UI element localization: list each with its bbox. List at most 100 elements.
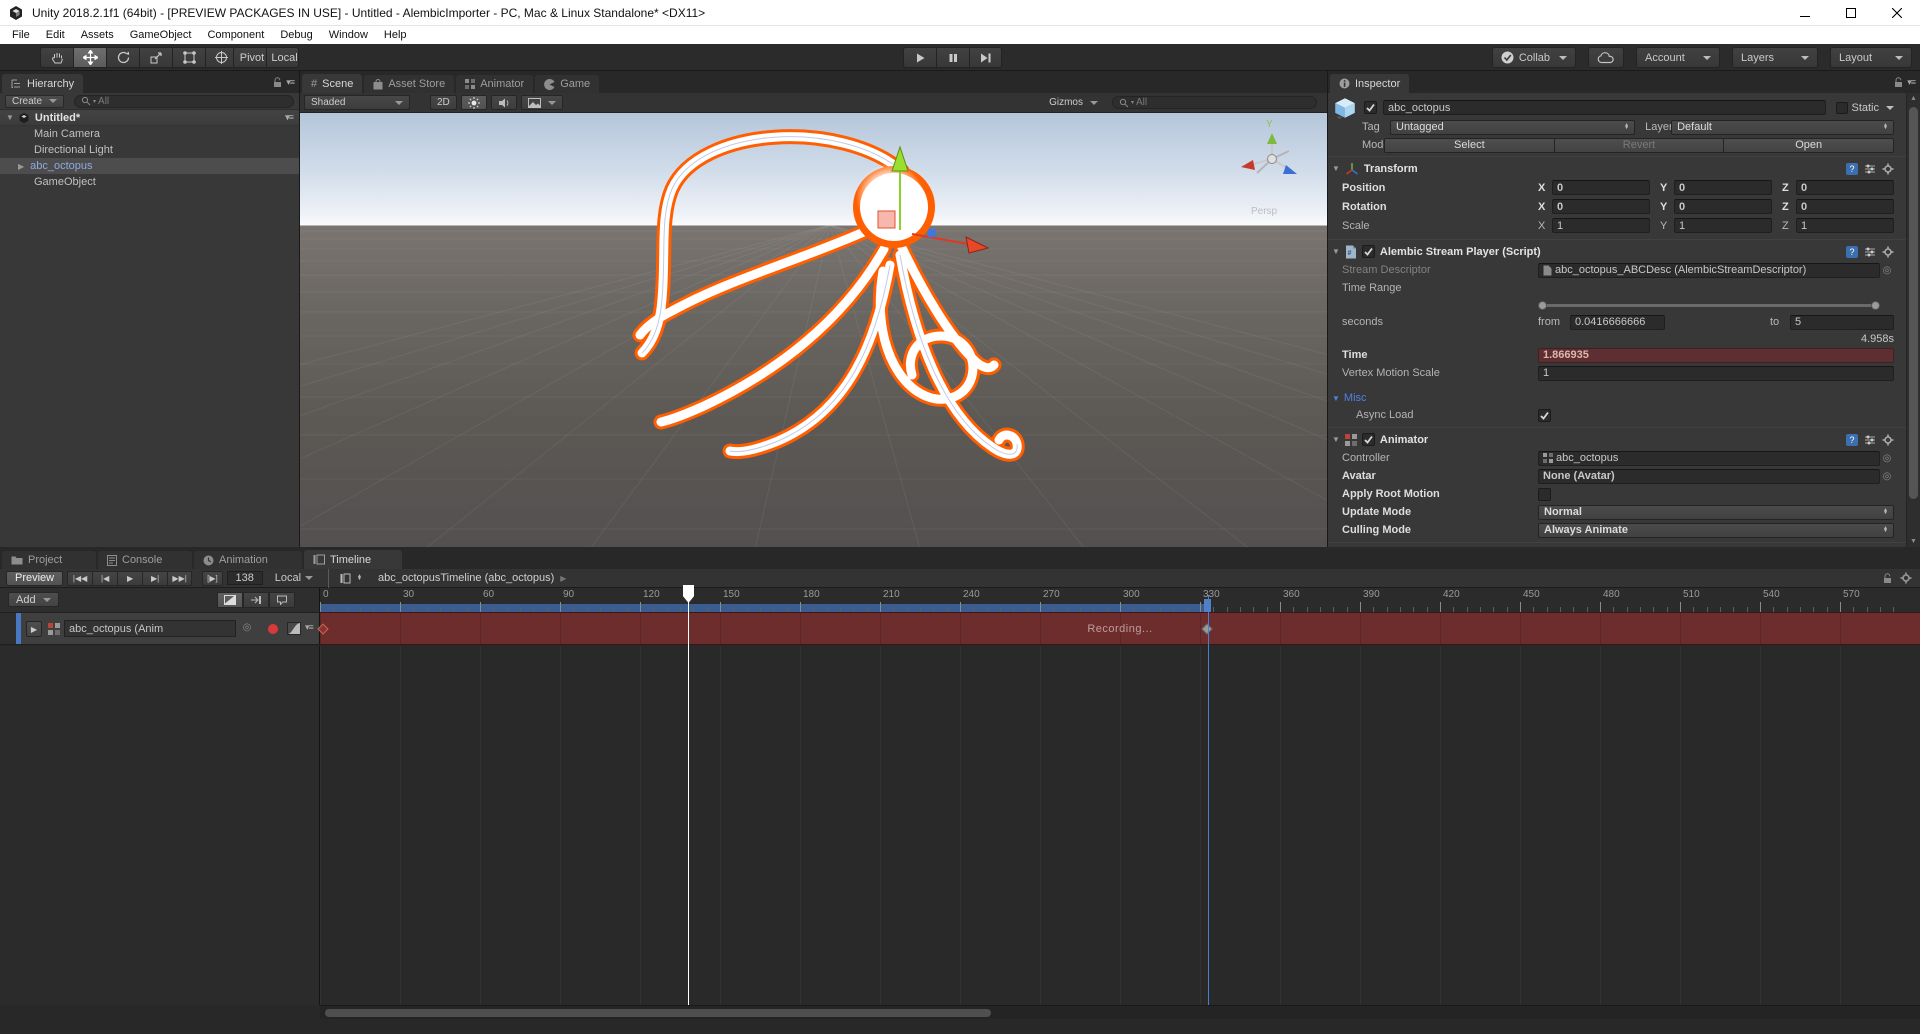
pivot-toggle-button[interactable]: Pivot [233, 47, 266, 68]
menu-assets[interactable]: Assets [73, 29, 122, 41]
item-expand-icon[interactable]: ▶ [18, 162, 24, 171]
collab-dropdown-button[interactable]: Collab [1492, 47, 1576, 68]
track-curves-icon[interactable] [287, 622, 301, 635]
hand-tool-button[interactable] [40, 47, 73, 68]
position-z-field[interactable]: 0 [1796, 180, 1894, 195]
shading-mode-dropdown[interactable]: Shaded [304, 95, 410, 110]
insert-clip-button[interactable] [243, 592, 269, 608]
account-dropdown-button[interactable]: Account [1636, 47, 1720, 68]
2d-toggle-button[interactable]: 2D [430, 95, 457, 110]
track-binding-field[interactable]: abc_octopus (Anim [64, 620, 236, 637]
object-picker-icon[interactable]: ◎ [1880, 471, 1894, 482]
tab-animator[interactable]: Animator [456, 75, 533, 93]
scale-y-field[interactable]: 1 [1674, 218, 1772, 233]
menu-file[interactable]: File [4, 29, 38, 41]
tab-project[interactable]: Project [2, 551, 96, 569]
curves-view-button[interactable] [217, 592, 243, 608]
time-mode-dropdown[interactable]: Local [267, 571, 321, 586]
async-load-checkbox[interactable] [1538, 409, 1551, 422]
position-y-field[interactable]: 0 [1674, 180, 1772, 195]
rotate-tool-button[interactable] [106, 47, 139, 68]
tag-dropdown[interactable]: Untagged▲▼ [1390, 120, 1635, 135]
foldout-icon[interactable]: ▼ [1332, 247, 1340, 256]
scale-z-field[interactable]: 1 [1796, 218, 1894, 233]
rotation-y-field[interactable]: 0 [1674, 199, 1772, 214]
scene-search-input[interactable]: ▾ All [1112, 96, 1317, 109]
projection-label[interactable]: Persp [1251, 206, 1278, 217]
scrollbar-thumb[interactable] [1909, 107, 1918, 499]
hierarchy-search-input[interactable]: ▾ All [74, 95, 294, 108]
presets-icon[interactable] [1864, 163, 1876, 175]
hierarchy-item-main-camera[interactable]: Main Camera [0, 126, 299, 142]
record-toggle-button[interactable] [268, 624, 278, 634]
maximize-button[interactable] [1828, 0, 1874, 26]
position-x-field[interactable]: 0 [1552, 180, 1650, 195]
scroll-up-icon[interactable]: ▲ [1907, 95, 1920, 102]
scroll-down-icon[interactable]: ▼ [1907, 538, 1920, 545]
add-track-button[interactable]: Add [8, 592, 59, 607]
model-open-button[interactable]: Open [1723, 138, 1894, 153]
rect-tool-button[interactable] [172, 47, 205, 68]
gear-icon[interactable] [1900, 572, 1912, 584]
layer-dropdown[interactable]: Default▲▼ [1671, 120, 1894, 135]
audio-toggle-button[interactable] [491, 95, 517, 110]
pause-button[interactable] [936, 47, 969, 68]
track-header[interactable]: ▶ abc_octopus (Anim ◎ ▾≡ [0, 612, 320, 645]
from-field[interactable]: 0.0416666666 [1570, 315, 1665, 330]
timeline-empty-area[interactable] [320, 646, 1920, 1005]
gizmo-z-handle[interactable] [928, 229, 936, 237]
menu-debug[interactable]: Debug [272, 29, 320, 41]
alembic-component-header[interactable]: ▼ # Alembic Stream Player (Script) ? [1328, 242, 1906, 261]
tab-animation[interactable]: Animation [194, 551, 302, 569]
presets-icon[interactable] [1864, 246, 1876, 258]
presets-icon[interactable] [1864, 434, 1876, 446]
next-frame-button[interactable]: ▶| [142, 571, 167, 586]
update-mode-dropdown[interactable]: Normal▲▼ [1538, 505, 1894, 520]
play-timeline-button[interactable]: ▶ [117, 571, 142, 586]
tab-console[interactable]: Console [98, 551, 192, 569]
tab-scene[interactable]: # Scene [302, 74, 362, 93]
move-tool-button[interactable] [73, 47, 106, 68]
menu-help[interactable]: Help [376, 29, 415, 41]
preview-toggle-button[interactable]: Preview [6, 571, 63, 586]
time-range-slider[interactable] [1538, 298, 1880, 313]
timeline-breadcrumb[interactable]: abc_octopusTimeline (abc_octopus) [378, 572, 554, 584]
help-icon[interactable]: ? [1846, 163, 1858, 175]
menu-component[interactable]: Component [199, 29, 272, 41]
rotation-z-field[interactable]: 0 [1796, 199, 1894, 214]
lock-icon[interactable] [273, 77, 282, 88]
foldout-icon[interactable]: ▼ [1332, 164, 1340, 173]
gear-icon[interactable] [1882, 246, 1894, 258]
layout-dropdown-button[interactable]: Layout [1830, 47, 1912, 68]
transform-component-header[interactable]: ▼ Transform ? [1328, 159, 1906, 178]
create-button[interactable]: Create [5, 95, 64, 108]
object-picker-icon[interactable]: ◎ [1880, 453, 1894, 464]
range-min-handle[interactable] [1538, 301, 1547, 310]
track-expand-button[interactable]: ▶ [26, 621, 42, 637]
foldout-icon[interactable]: ▼ [1332, 435, 1340, 444]
recording-track[interactable]: Recording... [320, 612, 1920, 645]
rotation-x-field[interactable]: 0 [1552, 199, 1650, 214]
gear-icon[interactable] [1882, 434, 1894, 446]
goto-end-button[interactable]: ▶▶| [167, 571, 192, 586]
marker-button[interactable] [269, 592, 295, 608]
track-menu-icon[interactable]: ▾≡ [305, 622, 313, 633]
to-field[interactable]: 5 [1790, 315, 1894, 330]
menu-gameobject[interactable]: GameObject [122, 29, 200, 41]
menu-edit[interactable]: Edit [38, 29, 73, 41]
scene-foldout-icon[interactable]: ▼ [6, 113, 14, 122]
static-caret-icon[interactable] [1886, 106, 1894, 110]
tab-timeline[interactable]: Timeline [304, 550, 402, 569]
gizmo-cube-x-cone[interactable] [1241, 160, 1255, 170]
static-checkbox[interactable] [1836, 102, 1848, 114]
misc-foldout[interactable]: ▼ Misc [1328, 390, 1906, 406]
timeline-ruler[interactable]: 0306090120150180210240270300330360390420… [320, 588, 1920, 612]
lighting-toggle-button[interactable] [461, 95, 487, 110]
apply-root-motion-checkbox[interactable] [1538, 488, 1551, 501]
scene-orientation-gizmo[interactable]: Y Persp [1241, 119, 1297, 217]
layers-dropdown-button[interactable]: Layers [1732, 47, 1818, 68]
controller-field[interactable]: abc_octopus [1538, 451, 1880, 466]
object-picker-icon[interactable]: ◎ [1880, 265, 1894, 276]
gameobject-cube-icon[interactable] [1334, 97, 1356, 119]
scale-tool-button[interactable] [139, 47, 172, 68]
